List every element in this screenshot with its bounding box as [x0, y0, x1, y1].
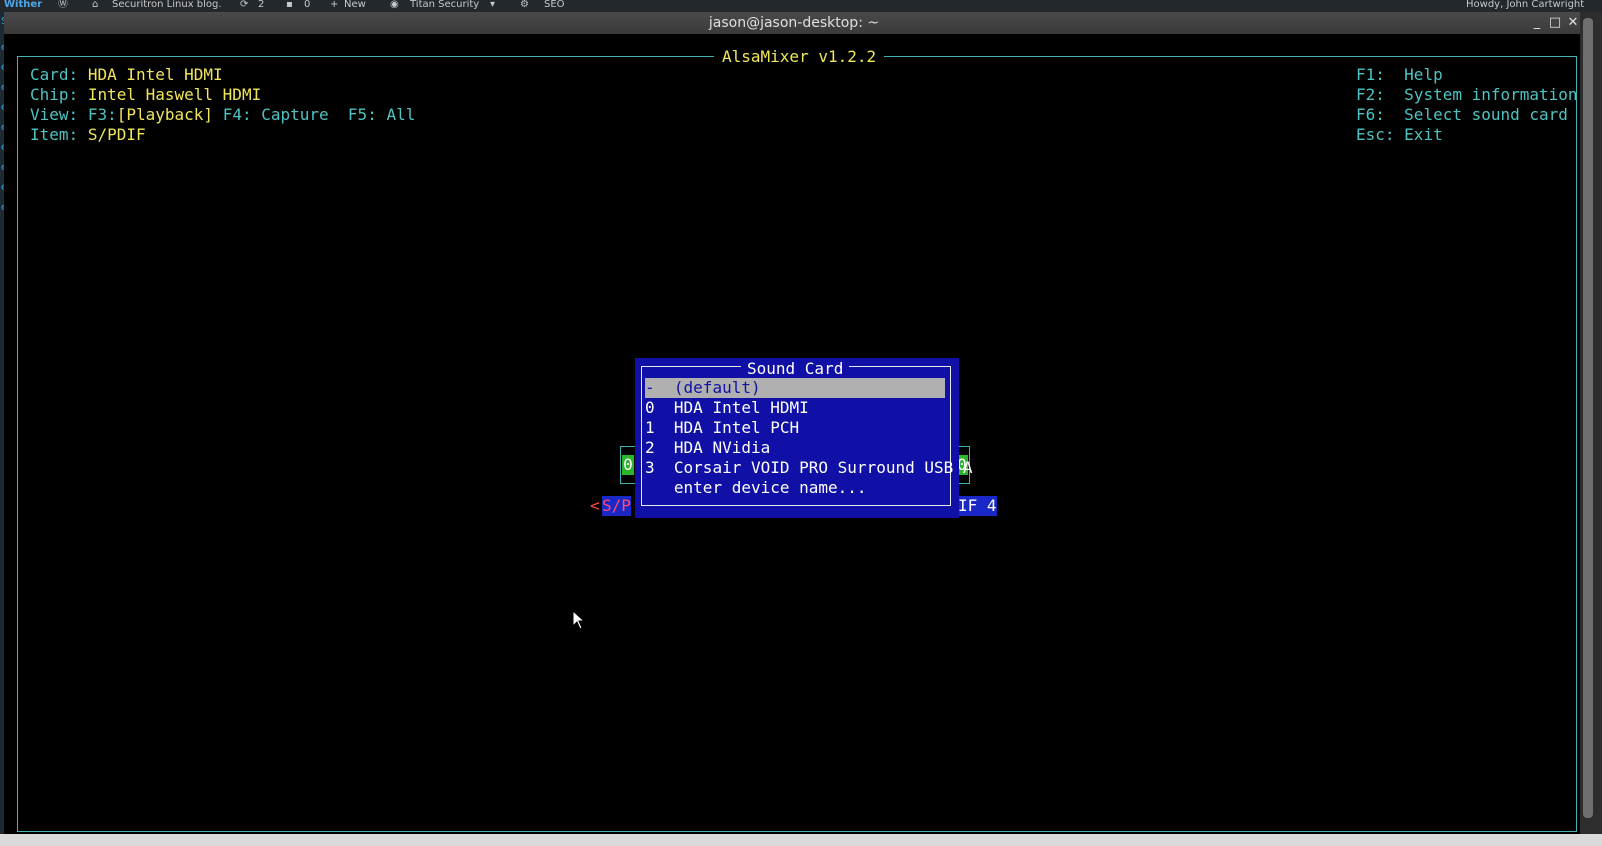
- dropdown-icon[interactable]: ▾: [490, 0, 495, 10]
- alsamixer-title: AlsaMixer v1.2.2: [714, 47, 885, 67]
- howdy-user[interactable]: Howdy, John Cartwright: [1466, 0, 1584, 10]
- option-index: -: [645, 378, 655, 397]
- option-name: Corsair VOID PRO Surround USB A: [673, 458, 973, 477]
- updates-count[interactable]: 2: [258, 0, 264, 10]
- wordpress-icon[interactable]: Ⓦ: [58, 0, 68, 10]
- window-title: jason@jason-desktop: ~: [708, 15, 880, 31]
- terminal-window[interactable]: jason@jason-desktop: ~ _ □ ✕ AlsaMixer v…: [4, 12, 1584, 834]
- option-name: (default): [673, 378, 761, 397]
- terminal-scrollbar[interactable]: [1580, 12, 1602, 834]
- view-f3-key[interactable]: F3:: [88, 105, 117, 124]
- option-index: 0: [645, 398, 655, 417]
- view-line: View: F3:[Playback] F4: Capture F5: All: [30, 105, 415, 125]
- chip-label: Chip:: [30, 85, 79, 104]
- maximize-icon[interactable]: □: [1546, 12, 1564, 34]
- help-esc[interactable]: Esc: Exit: [1356, 125, 1443, 145]
- minimize-icon[interactable]: _: [1528, 12, 1546, 34]
- titan-icon: ◉: [390, 0, 399, 10]
- option-index: 3: [645, 458, 655, 477]
- help-f2[interactable]: F2: System information: [1356, 85, 1578, 105]
- wp-admin-bar: Wither Ⓦ ⌂ Securitron Linux blog. ⟳ 2 ▪ …: [0, 0, 1602, 12]
- option-hda-intel-hdmi[interactable]: 0 HDA Intel HDMI: [645, 398, 945, 418]
- comments-icon: ▪: [286, 0, 293, 10]
- seo-link[interactable]: SEO: [544, 0, 565, 10]
- alsamixer-screen[interactable]: AlsaMixer v1.2.2 Card: HDA Intel HDMI Ch…: [4, 46, 1584, 836]
- option-hda-intel-pch[interactable]: 1 HDA Intel PCH: [645, 418, 945, 438]
- new-link[interactable]: New: [344, 0, 366, 10]
- option-name: HDA Intel PCH: [673, 418, 800, 437]
- scrollbar-thumb[interactable]: [1583, 18, 1593, 818]
- dialog-title: Sound Card: [741, 359, 850, 379]
- help-f1[interactable]: F1: Help: [1356, 65, 1443, 85]
- card-line: Card: HDA Intel HDMI: [30, 65, 223, 85]
- chip-line: Chip: Intel Haswell HDMI: [30, 85, 261, 105]
- option-hda-nvidia[interactable]: 2 HDA NVidia: [645, 438, 945, 458]
- view-f4-capture[interactable]: F4: Capture: [223, 105, 329, 124]
- seo-icon: ⚙: [520, 0, 529, 10]
- control-left-arrow: <: [590, 496, 600, 515]
- view-f5-all[interactable]: F5: All: [348, 105, 415, 124]
- option-name: HDA Intel HDMI: [673, 398, 809, 417]
- option-name: enter device name...: [673, 478, 867, 497]
- control-left-box[interactable]: 0: [620, 446, 636, 484]
- help-f6[interactable]: F6: Select sound card: [1356, 105, 1568, 125]
- option-corsair-void[interactable]: 3 Corsair VOID PRO Surround USB A: [645, 458, 973, 478]
- updates-icon: ⟳: [240, 0, 249, 10]
- view-f3-playback[interactable]: [Playback]: [117, 105, 213, 124]
- card-value: HDA Intel HDMI: [87, 65, 223, 84]
- help-esc-text: Exit: [1404, 125, 1443, 144]
- chip-value: Intel Haswell HDMI: [87, 85, 262, 104]
- control-left-value: 0: [622, 455, 634, 475]
- item-label: Item:: [30, 125, 79, 144]
- wp-left-fragment[interactable]: Wither: [4, 0, 42, 10]
- help-f6-key: F6:: [1356, 105, 1385, 124]
- option-name: HDA NVidia: [673, 438, 771, 457]
- option-index: 1: [645, 418, 655, 437]
- site-name-link[interactable]: Securitron Linux blog.: [112, 0, 222, 10]
- background-bottom-strip: [0, 834, 1602, 846]
- titan-security-link[interactable]: Titan Security: [410, 0, 479, 10]
- help-f2-key: F2:: [1356, 85, 1385, 104]
- comments-count[interactable]: 0: [304, 0, 310, 10]
- item-value: S/PDIF: [87, 125, 146, 144]
- help-f1-key: F1:: [1356, 65, 1385, 84]
- option-index: 2: [645, 438, 655, 457]
- help-f6-text: Select sound card: [1404, 105, 1568, 124]
- control-label-right: IF 4: [958, 496, 997, 516]
- option-index: [645, 478, 655, 497]
- help-f1-text: Help: [1404, 65, 1443, 84]
- window-titlebar[interactable]: jason@jason-desktop: ~ _ □ ✕: [4, 12, 1584, 34]
- option-enter-device-name[interactable]: enter device name...: [645, 478, 945, 498]
- item-line: Item: S/PDIF: [30, 125, 146, 145]
- option-default[interactable]: - (default): [645, 378, 945, 398]
- new-icon: +: [330, 0, 339, 10]
- help-esc-key: Esc:: [1356, 125, 1395, 144]
- sound-card-dialog[interactable]: Sound Card - (default) 0 HDA Intel HDMI …: [635, 358, 973, 518]
- home-icon: ⌂: [92, 0, 99, 10]
- card-label: Card:: [30, 65, 79, 84]
- control-label-left: S/P: [602, 496, 631, 516]
- help-f2-text: System information: [1404, 85, 1578, 104]
- view-label: View:: [30, 105, 79, 124]
- mouse-pointer-icon: [572, 610, 586, 630]
